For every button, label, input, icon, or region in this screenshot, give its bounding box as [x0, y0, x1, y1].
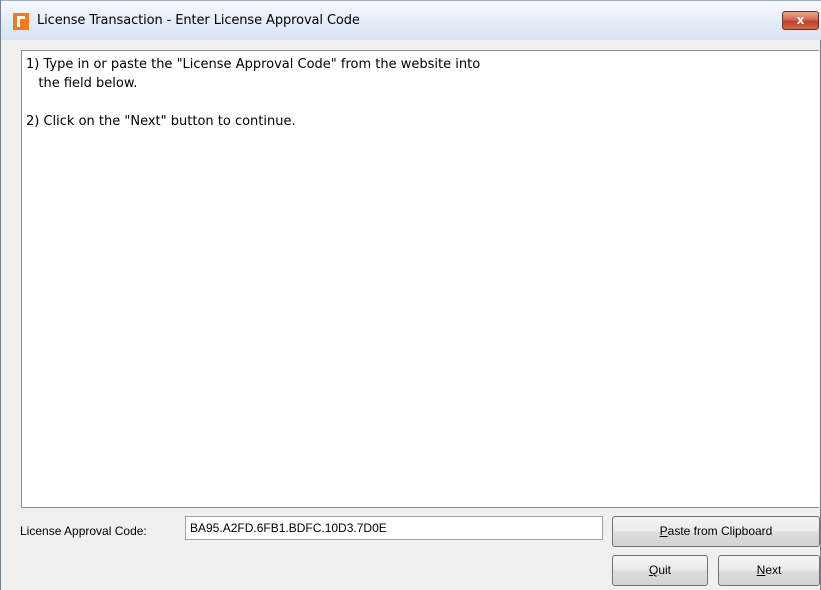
paste-button-label: aste from Clipboard	[667, 524, 773, 538]
quit-button-label: uit	[658, 563, 672, 577]
instruction-spacer	[26, 93, 819, 112]
close-button[interactable]: x	[782, 11, 819, 30]
paste-mnemonic: P	[659, 524, 668, 538]
license-code-input[interactable]	[185, 516, 603, 540]
instruction-step-1-line-1: 1) Type in or paste the "License Approva…	[26, 57, 481, 72]
paste-from-clipboard-button[interactable]: Paste from Clipboard	[612, 516, 820, 547]
title-bar[interactable]: License Transaction - Enter License Appr…	[1, 0, 821, 40]
quit-button[interactable]: Quit	[612, 555, 708, 586]
app-logo-icon	[13, 13, 29, 30]
license-dialog-window: License Transaction - Enter License Appr…	[0, 0, 821, 590]
close-icon: x	[796, 13, 805, 27]
instruction-step-2: 2) Click on the "Next" button to continu…	[26, 114, 296, 129]
instructions-panel: 1) Type in or paste the "License Approva…	[21, 50, 819, 508]
instruction-step-1-line-2: the field below.	[26, 76, 138, 91]
next-button-label: ext	[765, 563, 782, 577]
next-button[interactable]: Next	[718, 555, 820, 586]
license-code-label: License Approval Code:	[20, 524, 147, 538]
window-title: License Transaction - Enter License Appr…	[37, 13, 360, 28]
quit-mnemonic: Q	[648, 563, 659, 577]
